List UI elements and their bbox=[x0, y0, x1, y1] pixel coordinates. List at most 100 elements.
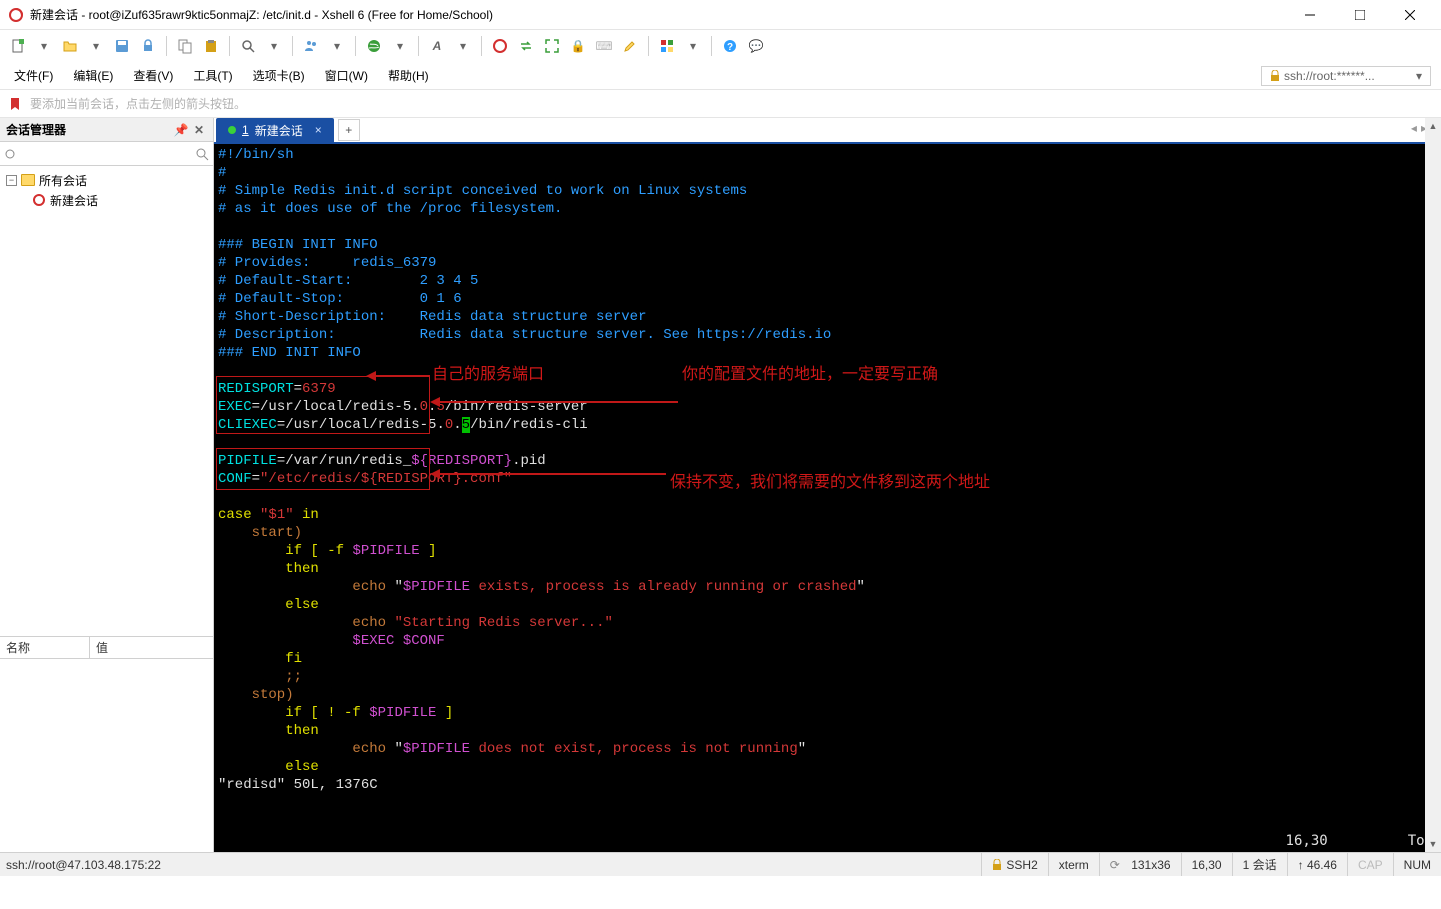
menu-view[interactable]: 查看(V) bbox=[123, 63, 183, 88]
arrow-2 bbox=[430, 392, 680, 412]
open-folder-icon[interactable] bbox=[58, 34, 82, 58]
svg-text:?: ? bbox=[727, 42, 733, 53]
sidebar-title: 会话管理器 bbox=[6, 121, 66, 138]
tip-bar: 要添加当前会话，点击左侧的箭头按钮。 bbox=[0, 90, 1441, 118]
terminal-pane: 1 新建会话 × + ◂ ▸ ▾ #!/bin/sh # # Simple Re… bbox=[214, 118, 1441, 852]
bookmark-icon[interactable] bbox=[8, 96, 24, 112]
search-icon[interactable] bbox=[236, 34, 260, 58]
chevron-down-icon[interactable]: ▾ bbox=[1416, 69, 1422, 83]
session-icon bbox=[32, 193, 46, 207]
annotation-1: 自己的服务端口 bbox=[432, 366, 544, 384]
tree-root[interactable]: − 所有会话 bbox=[2, 170, 211, 190]
open-dropdown-icon[interactable]: ▾ bbox=[84, 34, 108, 58]
chat-icon[interactable]: 💬 bbox=[744, 34, 768, 58]
titlebar: 新建会话 - root@iZuf635rawr9ktic5onmajZ: /et… bbox=[0, 0, 1441, 30]
menu-window[interactable]: 窗口(W) bbox=[315, 63, 378, 88]
close-button[interactable] bbox=[1387, 1, 1433, 29]
font-icon[interactable]: A bbox=[425, 34, 449, 58]
scroll-up-icon[interactable]: ▲ bbox=[1425, 118, 1441, 134]
highlight-icon[interactable] bbox=[618, 34, 642, 58]
menu-tools[interactable]: 工具(T) bbox=[183, 63, 242, 88]
font-dropdown-icon[interactable]: ▾ bbox=[451, 34, 475, 58]
status-connection: ssh://root@47.103.48.175:22 bbox=[0, 858, 981, 872]
palette-dropdown-icon[interactable]: ▾ bbox=[681, 34, 705, 58]
sidebar-header: 会话管理器 📌 ✕ bbox=[0, 118, 213, 142]
palette-icon[interactable] bbox=[655, 34, 679, 58]
maximize-button[interactable] bbox=[1337, 1, 1383, 29]
props-col-value: 值 bbox=[90, 637, 114, 658]
props-col-name: 名称 bbox=[0, 637, 90, 658]
redbox-2 bbox=[216, 448, 430, 490]
cursor-pos: 16,30 bbox=[1286, 832, 1328, 850]
fullscreen-icon[interactable] bbox=[540, 34, 564, 58]
tab-add-button[interactable]: + bbox=[338, 119, 360, 141]
tree-root-label: 所有会话 bbox=[39, 172, 87, 189]
tree-child-label: 新建会话 bbox=[50, 192, 98, 209]
lock-icon[interactable] bbox=[136, 34, 160, 58]
close-panel-icon[interactable]: ✕ bbox=[191, 122, 207, 138]
transfer-icon[interactable] bbox=[514, 34, 538, 58]
menu-tabs[interactable]: 选项卡(B) bbox=[243, 63, 315, 88]
keyboard-icon[interactable]: ⌨ bbox=[592, 34, 616, 58]
status-sessions: 1 会话 bbox=[1232, 853, 1287, 876]
tab-session[interactable]: 1 新建会话 × bbox=[216, 118, 334, 142]
search-dropdown-icon[interactable]: ▾ bbox=[262, 34, 286, 58]
ssh-address-box[interactable]: ssh://root:******... ▾ bbox=[1261, 66, 1431, 86]
tab-prev-icon[interactable]: ◂ bbox=[1411, 121, 1417, 135]
pin-icon[interactable]: 📌 bbox=[173, 122, 189, 138]
menubar: 文件(F) 编辑(E) 查看(V) 工具(T) 选项卡(B) 窗口(W) 帮助(… bbox=[0, 62, 1441, 90]
sidebar-search-input[interactable] bbox=[16, 147, 195, 161]
users-icon[interactable] bbox=[299, 34, 323, 58]
globe-icon[interactable] bbox=[362, 34, 386, 58]
tree-child[interactable]: 新建会话 bbox=[2, 190, 211, 210]
tab-strip: 1 新建会话 × + ◂ ▸ ▾ bbox=[214, 118, 1441, 144]
lock-icon bbox=[992, 859, 1002, 871]
status-num: NUM bbox=[1393, 853, 1441, 876]
folder-icon bbox=[21, 174, 35, 186]
tree-refresh-icon[interactable] bbox=[4, 148, 16, 160]
expand-icon[interactable]: − bbox=[6, 175, 17, 186]
tab-label: 新建会话 bbox=[255, 122, 303, 139]
help-icon[interactable]: ? bbox=[718, 34, 742, 58]
menu-edit[interactable]: 编辑(E) bbox=[63, 63, 123, 88]
sidebar-search bbox=[0, 142, 213, 166]
status-term: xterm bbox=[1048, 853, 1099, 876]
ssh-address-text: ssh://root:******... bbox=[1284, 69, 1375, 83]
annotation-2: 你的配置文件的地址，一定要写正确 bbox=[682, 366, 938, 384]
annotation-3: 保持不变，我们将需要的文件移到这两个地址 bbox=[670, 474, 990, 492]
new-file-dropdown-icon[interactable]: ▾ bbox=[32, 34, 56, 58]
arrow-1 bbox=[366, 366, 432, 386]
scrollbar[interactable]: ▲ ▼ bbox=[1425, 118, 1441, 852]
arrow-3 bbox=[430, 464, 668, 484]
toolbar: ▾ ▾ ▾ ▾ ▾ A ▾ 🔒 ⌨ ▾ ? 💬 bbox=[0, 30, 1441, 62]
menu-file[interactable]: 文件(F) bbox=[4, 63, 63, 88]
paste-icon[interactable] bbox=[199, 34, 223, 58]
status-dot-icon bbox=[228, 126, 236, 134]
globe-dropdown-icon[interactable]: ▾ bbox=[388, 34, 412, 58]
status-rc: 16,30 bbox=[1181, 853, 1232, 876]
app-icon bbox=[8, 7, 24, 23]
statusbar: ssh://root@47.103.48.175:22 SSH2 xterm ⟳… bbox=[0, 852, 1441, 876]
sidebar: 会话管理器 📌 ✕ − 所有会话 新建会话 名称 值 bbox=[0, 118, 214, 852]
save-icon[interactable] bbox=[110, 34, 134, 58]
status-size: ⟳ 131x36 bbox=[1099, 853, 1181, 876]
lock-icon bbox=[1270, 70, 1280, 82]
session-tree: − 所有会话 新建会话 bbox=[0, 166, 213, 636]
padlock-icon[interactable]: 🔒 bbox=[566, 34, 590, 58]
properties-panel: 名称 值 bbox=[0, 636, 213, 852]
status-proto: SSH2 bbox=[981, 853, 1047, 876]
scroll-down-icon[interactable]: ▼ bbox=[1425, 836, 1441, 852]
copy-icon[interactable] bbox=[173, 34, 197, 58]
window-title: 新建会话 - root@iZuf635rawr9ktic5onmajZ: /et… bbox=[30, 6, 1287, 23]
tab-index: 1 bbox=[242, 123, 249, 137]
tab-close-icon[interactable]: × bbox=[315, 123, 322, 137]
xftp-icon[interactable] bbox=[488, 34, 512, 58]
status-time: ↑ 46.46 bbox=[1287, 853, 1347, 876]
users-dropdown-icon[interactable]: ▾ bbox=[325, 34, 349, 58]
search-icon[interactable] bbox=[195, 147, 209, 161]
terminal[interactable]: #!/bin/sh # # Simple Redis init.d script… bbox=[214, 144, 1441, 852]
menu-help[interactable]: 帮助(H) bbox=[378, 63, 439, 88]
tip-text: 要添加当前会话，点击左侧的箭头按钮。 bbox=[30, 95, 246, 112]
new-file-icon[interactable] bbox=[6, 34, 30, 58]
minimize-button[interactable] bbox=[1287, 1, 1333, 29]
